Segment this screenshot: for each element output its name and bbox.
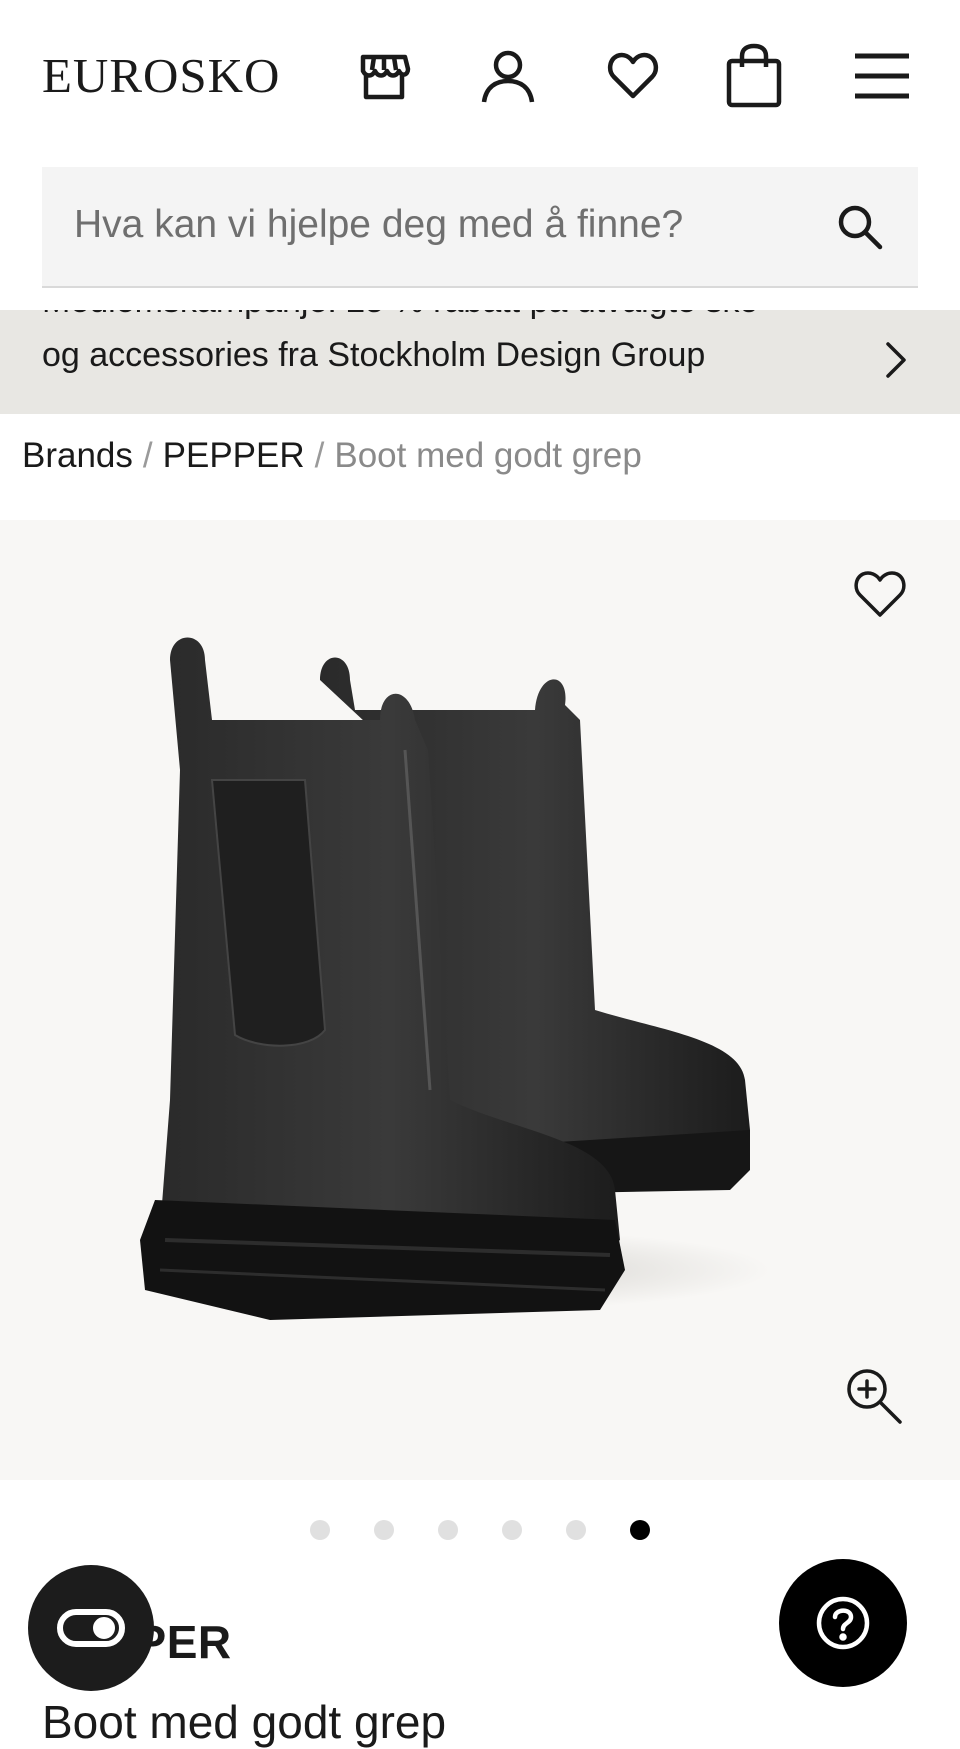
gallery-dot-6-active[interactable] xyxy=(630,1520,650,1540)
promo-banner[interactable]: Medlemskampanje: 25 % rabatt på utvalgte… xyxy=(0,310,960,414)
zoom-in-icon[interactable] xyxy=(838,1360,910,1432)
gallery-dot-1[interactable] xyxy=(310,1520,330,1540)
search-input[interactable] xyxy=(74,193,794,257)
promo-text-line-2: og accessories fra Stockholm Design Grou… xyxy=(42,336,706,374)
breadcrumb-brands[interactable]: Brands xyxy=(22,436,133,475)
wishlist-heart-icon[interactable] xyxy=(601,40,665,112)
breadcrumb: Brands / PEPPER / Boot med godt grep xyxy=(22,432,642,480)
breadcrumb-separator: / xyxy=(142,436,153,475)
site-header: EUROSKO xyxy=(0,0,960,155)
product-image-black-chelsea-boots xyxy=(140,637,770,1320)
breadcrumb-current: Boot med godt grep xyxy=(334,436,642,475)
search-bar xyxy=(42,167,918,288)
gallery-dot-3[interactable] xyxy=(438,1520,458,1540)
chevron-right-icon[interactable] xyxy=(872,332,920,388)
product-title: Boot med godt grep xyxy=(42,1696,447,1748)
gallery-dot-2[interactable] xyxy=(374,1520,394,1540)
shopping-bag-icon[interactable] xyxy=(722,40,786,112)
product-image-gallery[interactable] xyxy=(0,520,960,1480)
accessibility-toggle-button[interactable] xyxy=(28,1565,154,1691)
breadcrumb-pepper[interactable]: PEPPER xyxy=(163,436,305,475)
account-icon[interactable] xyxy=(476,40,540,112)
site-logo[interactable]: EUROSKO xyxy=(42,48,280,104)
menu-icon[interactable] xyxy=(850,40,914,112)
gallery-dot-5[interactable] xyxy=(566,1520,586,1540)
gallery-pagination xyxy=(0,1520,960,1550)
promo-text-line-1: Medlemskampanje: 25 % rabatt på utvalgte… xyxy=(42,310,758,321)
help-question-icon[interactable] xyxy=(779,1559,907,1687)
add-to-wishlist-heart-icon[interactable] xyxy=(848,562,912,626)
breadcrumb-separator: / xyxy=(314,436,325,475)
search-icon[interactable] xyxy=(832,199,888,255)
store-icon[interactable] xyxy=(352,40,416,112)
gallery-dot-4[interactable] xyxy=(502,1520,522,1540)
